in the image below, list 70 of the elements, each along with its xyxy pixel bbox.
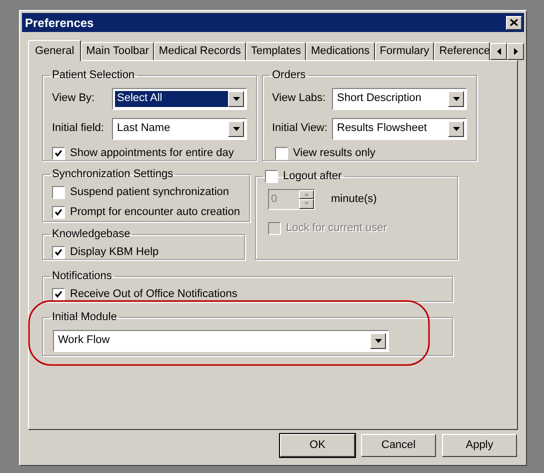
dropdown-value: Last Name xyxy=(116,121,172,136)
checkbox[interactable] xyxy=(52,288,65,301)
checkbox-label: View results only xyxy=(293,146,376,162)
dropdown-field[interactable]: Last Name xyxy=(112,118,247,140)
up-arrow-icon xyxy=(304,192,309,196)
checkbox-label: Logout after xyxy=(282,168,342,184)
tab[interactable]: Formulary xyxy=(374,42,434,60)
dropdown-value: Results Flowsheet xyxy=(336,121,428,136)
dialog-button[interactable]: Apply xyxy=(442,434,517,457)
dropdown-value: Work Flow xyxy=(57,333,111,348)
right-arrow-icon xyxy=(514,48,518,55)
field-label: View By: xyxy=(52,91,96,106)
dropdown-button[interactable] xyxy=(228,90,244,106)
checkbox[interactable] xyxy=(52,186,65,199)
dialog-button[interactable]: Cancel xyxy=(361,434,436,457)
dropdown-value: Select All xyxy=(115,90,228,106)
field-label: Initial View: xyxy=(272,121,328,136)
caret-icon xyxy=(452,126,460,130)
checkbox-label: Prompt for encounter auto creation xyxy=(70,205,240,220)
checkbox-label: Display KBM Help xyxy=(70,245,159,260)
tab[interactable]: Reference xyxy=(434,42,490,60)
unit-label: minute(s) xyxy=(330,192,377,207)
close-button[interactable] xyxy=(506,16,522,30)
field-label: Initial field: xyxy=(52,121,105,136)
group-label: Initial Module xyxy=(52,311,117,323)
dropdown-button[interactable] xyxy=(448,90,464,106)
checkbox-label: Suspend patient synchronization xyxy=(70,185,229,200)
close-icon xyxy=(510,19,518,26)
spinner-value: 0 xyxy=(270,192,278,207)
group-label: Notifications xyxy=(52,270,112,282)
group-label: Patient Selection xyxy=(52,69,135,81)
window-title: Preferences xyxy=(25,14,94,32)
check-icon xyxy=(55,249,62,256)
group-label: Orders xyxy=(272,69,306,81)
left-arrow-icon xyxy=(496,48,501,55)
tab[interactable]: Medications xyxy=(306,42,375,60)
tab[interactable]: Medical Records xyxy=(154,42,246,60)
dropdown-field[interactable]: Short Description xyxy=(332,88,467,110)
checkbox[interactable] xyxy=(275,147,288,160)
caret-icon xyxy=(232,96,240,100)
caret-icon xyxy=(374,338,382,342)
dropdown-field[interactable]: Select All xyxy=(112,88,247,110)
checkbox[interactable] xyxy=(264,170,278,182)
scroll-right-button[interactable] xyxy=(507,43,524,60)
dropdown-field[interactable]: Results Flowsheet xyxy=(332,118,467,140)
dropdown-button[interactable] xyxy=(448,120,464,136)
dialog-button[interactable]: OK xyxy=(280,434,355,457)
checkbox[interactable] xyxy=(52,246,65,259)
dropdown-button[interactable] xyxy=(370,332,386,348)
check-icon xyxy=(55,209,62,216)
check-icon xyxy=(55,291,62,298)
field-label: View Labs: xyxy=(272,91,327,106)
dropdown-value: Short Description xyxy=(336,91,422,106)
checkbox-label: Lock for current user xyxy=(286,220,387,236)
tab[interactable]: General xyxy=(28,40,82,61)
tab[interactable]: Main Toolbar xyxy=(81,42,154,60)
scroll-left-button[interactable] xyxy=(490,43,508,60)
checkbox[interactable] xyxy=(52,206,65,219)
group-label: Knowledgebase xyxy=(52,228,130,240)
caret-icon xyxy=(452,96,460,100)
dropdown-button[interactable] xyxy=(228,120,244,136)
dropdown-field[interactable]: Work Flow xyxy=(53,330,389,352)
checkbox-label: Receive Out of Office Notifications xyxy=(70,287,238,302)
caret-icon xyxy=(232,126,240,130)
tab[interactable]: Templates xyxy=(246,42,306,60)
group-label: Synchronization Settings xyxy=(52,168,174,180)
down-arrow-icon xyxy=(304,202,309,206)
checkbox[interactable] xyxy=(52,147,65,160)
check-icon xyxy=(55,150,62,157)
checkbox-label: Show appointments for entire day xyxy=(70,146,234,162)
